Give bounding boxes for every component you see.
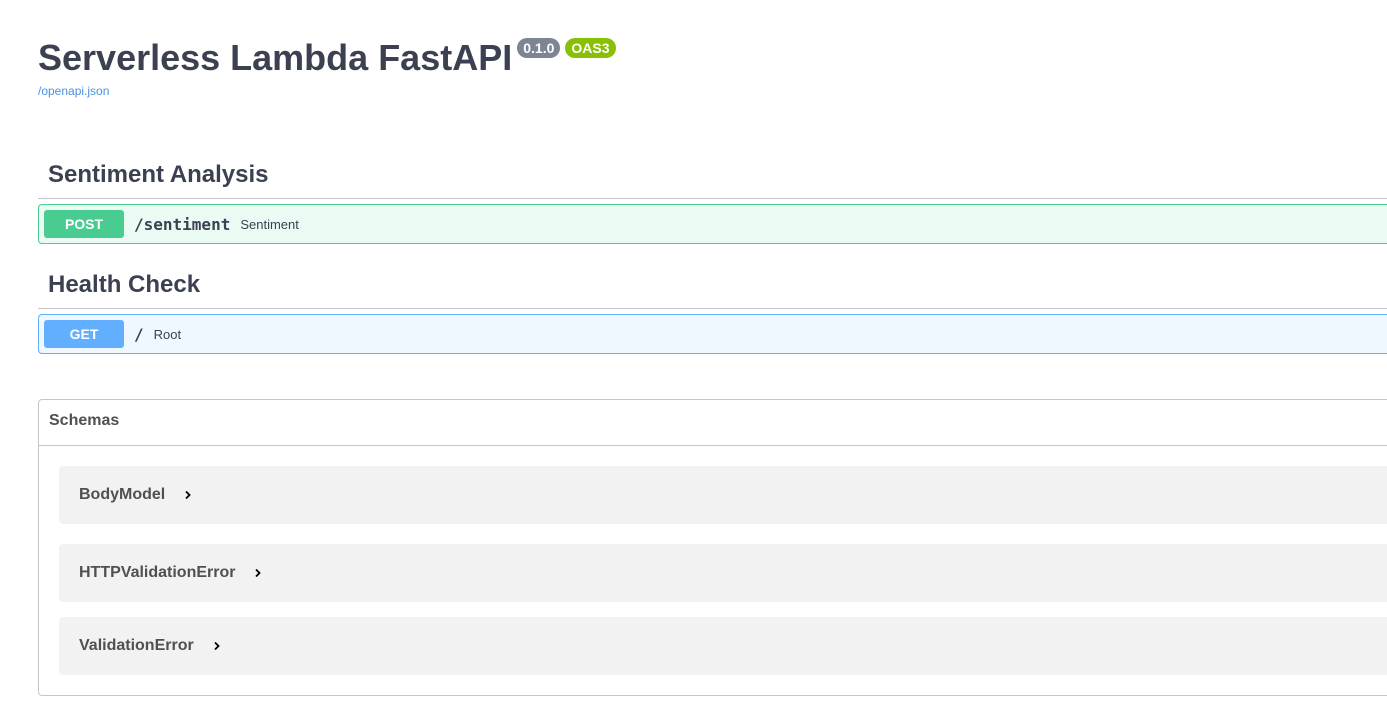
schemas-section: Schemas BodyModel HTTPValidationError Va… xyxy=(38,399,1387,696)
schema-name: ValidationError xyxy=(79,637,194,654)
chevron-right-icon[interactable] xyxy=(181,488,195,502)
version-badge: 0.1.0 xyxy=(517,38,561,58)
operation-summary: Root xyxy=(153,326,182,342)
schemas-header[interactable]: Schemas xyxy=(39,400,1387,446)
schema-name: HTTPValidationError xyxy=(79,564,236,581)
oas-badge: OAS3 xyxy=(565,38,616,58)
schema-item-bodymodel[interactable]: BodyModel xyxy=(59,466,1387,524)
schema-name: BodyModel xyxy=(79,486,166,503)
tag-sentiment-analysis[interactable]: Sentiment Analysis xyxy=(38,151,1387,199)
chevron-right-icon[interactable] xyxy=(251,566,265,580)
api-info: Serverless Lambda FastAPI 0.1.0 OAS3 /op… xyxy=(38,34,616,98)
tag-name: Sentiment Analysis xyxy=(48,161,269,188)
operation-summary: Sentiment xyxy=(240,216,299,232)
schemas-label: Schemas xyxy=(49,412,120,429)
chevron-right-icon[interactable] xyxy=(210,639,224,653)
method-badge-post: POST xyxy=(44,210,124,238)
operation-path: / xyxy=(134,324,144,344)
api-title: Serverless Lambda FastAPI xyxy=(38,37,513,78)
swagger-ui-page: Serverless Lambda FastAPI 0.1.0 OAS3 /op… xyxy=(0,0,1387,728)
tag-name: Health Check xyxy=(48,271,201,298)
operation-post-sentiment[interactable]: POST /sentiment Sentiment xyxy=(38,204,1387,244)
tag-health-check[interactable]: Health Check xyxy=(38,261,1387,309)
operation-path: /sentiment xyxy=(134,214,231,234)
operation-get-root[interactable]: GET / Root xyxy=(38,314,1387,354)
method-badge-get: GET xyxy=(44,320,124,348)
title-row: Serverless Lambda FastAPI 0.1.0 OAS3 xyxy=(38,34,616,82)
openapi-spec-link[interactable]: /openapi.json xyxy=(38,84,616,98)
schema-item-validationerror[interactable]: ValidationError xyxy=(59,617,1387,675)
schema-item-httpvalidationerror[interactable]: HTTPValidationError xyxy=(59,544,1387,602)
